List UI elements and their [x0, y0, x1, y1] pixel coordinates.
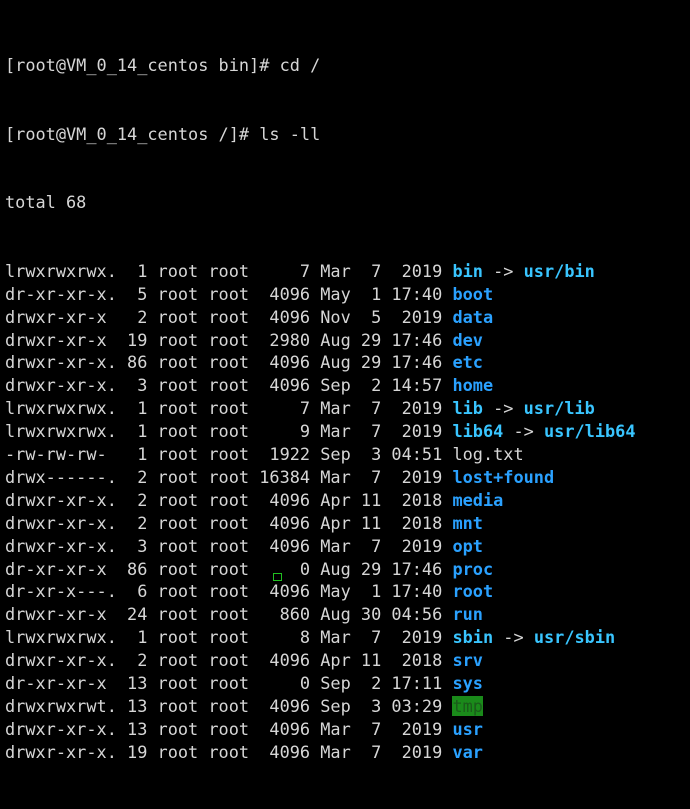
entry-metadata: drwxr-xr-x. 19 root root 4096 Mar 7 2019: [5, 741, 453, 762]
symlink-name: lib64: [452, 421, 504, 442]
ls-entry-row: drwxr-xr-x 24 root root 860 Aug 30 04:56…: [5, 603, 690, 626]
entry-metadata: lrwxrwxrwx. 1 root root 8 Mar 7 2019: [5, 627, 453, 648]
ls-entry-row: drwxr-xr-x. 2 root root 4096 Apr 11 2018…: [5, 512, 690, 535]
directory-name: media: [452, 489, 504, 510]
directory-name: var: [452, 741, 483, 762]
prompt-line: [root@VM_0_14_centos bin]# cd /: [5, 54, 690, 77]
entry-metadata: drwxr-xr-x. 86 root root 4096 Aug 29 17:…: [5, 352, 453, 373]
directory-name: run: [452, 604, 483, 625]
entry-metadata: drwxr-xr-x. 2 root root 4096 Apr 11 2018: [5, 512, 453, 533]
ls-entry-row: drwxrwxrwt. 13 root root 4096 Sep 3 03:2…: [5, 695, 690, 718]
ls-entry-row: drwxr-xr-x. 3 root root 4096 Mar 7 2019 …: [5, 535, 690, 558]
ls-entry-row: lrwxrwxrwx. 1 root root 7 Mar 7 2019 lib…: [5, 397, 690, 420]
entry-metadata: drwxr-xr-x. 2 root root 4096 Apr 11 2018: [5, 650, 453, 671]
ls-entry-row: dr-xr-xr-x 86 root root 0 Aug 29 17:46 p…: [5, 558, 690, 581]
directory-name: mnt: [452, 512, 483, 533]
symlink-arrow: ->: [482, 260, 524, 281]
entry-metadata: drwxr-xr-x. 2 root root 4096 Apr 11 2018: [5, 489, 453, 510]
total-text: total 68: [5, 192, 87, 213]
entry-metadata: dr-xr-xr-x 13 root root 0 Sep 2 17:11: [5, 672, 453, 693]
entry-metadata: lrwxrwxrwx. 1 root root 9 Mar 7 2019: [5, 421, 453, 442]
entry-metadata: drwxr-xr-x 2 root root 4096 Nov 5 2019: [5, 306, 453, 327]
ls-entry-row: lrwxrwxrwx. 1 root root 7 Mar 7 2019 bin…: [5, 260, 690, 283]
directory-name: sys: [452, 672, 483, 693]
entry-metadata: dr-xr-xr-x. 5 root root 4096 May 1 17:40: [5, 283, 453, 304]
symlink-name: lib: [452, 398, 483, 419]
file-name: log.txt: [452, 444, 524, 465]
entry-metadata: drwxr-xr-x. 3 root root 4096 Mar 7 2019: [5, 535, 453, 556]
ls-entry-row: drwxr-xr-x. 2 root root 4096 Apr 11 2018…: [5, 649, 690, 672]
ls-entry-row: drwxr-xr-x. 19 root root 4096 Mar 7 2019…: [5, 741, 690, 764]
entry-metadata: lrwxrwxrwx. 1 root root 7 Mar 7 2019: [5, 260, 453, 281]
entry-metadata: lrwxrwxrwx. 1 root root 7 Mar 7 2019: [5, 398, 453, 419]
ls-entry-row: lrwxrwxrwx. 1 root root 8 Mar 7 2019 sbi…: [5, 626, 690, 649]
entry-metadata: -rw-rw-rw- 1 root root 1922 Sep 3 04:51: [5, 444, 453, 465]
ls-entry-row: drwxr-xr-x 2 root root 4096 Nov 5 2019 d…: [5, 306, 690, 329]
directory-name: dev: [452, 329, 483, 350]
directory-name: home: [452, 375, 494, 396]
total-line: total 68: [5, 191, 690, 214]
entry-metadata: dr-xr-xr-x 86 root root 0 Aug 29 17:46: [5, 558, 453, 579]
symlink-target: usr/lib: [523, 398, 595, 419]
directory-name: boot: [452, 283, 494, 304]
symlink-target: usr/bin: [523, 260, 595, 281]
ls-entry-row: dr-xr-x---. 6 root root 4096 May 1 17:40…: [5, 580, 690, 603]
directory-name: srv: [452, 650, 483, 671]
ls-entry-row: drwxr-xr-x. 3 root root 4096 Sep 2 14:57…: [5, 374, 690, 397]
entry-metadata: drwxr-xr-x 19 root root 2980 Aug 29 17:4…: [5, 329, 453, 350]
directory-name: etc: [452, 352, 483, 373]
ls-entry-row: drwxr-xr-x. 86 root root 4096 Aug 29 17:…: [5, 351, 690, 374]
symlink-target: usr/sbin: [533, 627, 616, 648]
directory-name: data: [452, 306, 494, 327]
ls-entry-row: drwxr-xr-x 19 root root 2980 Aug 29 17:4…: [5, 329, 690, 352]
prompt-line: [root@VM_0_14_centos /]# ls -ll: [5, 123, 690, 146]
command-text: [root@VM_0_14_centos bin]# cd /: [5, 54, 321, 75]
entry-metadata: drwxr-xr-x 24 root root 860 Aug 30 04:56: [5, 604, 453, 625]
ls-entry-row: lrwxrwxrwx. 1 root root 9 Mar 7 2019 lib…: [5, 420, 690, 443]
directory-name: lost+found: [452, 466, 555, 487]
terminal-window[interactable]: [root@VM_0_14_centos bin]# cd / [root@VM…: [0, 0, 690, 762]
symlink-name: bin: [452, 260, 483, 281]
entry-metadata: dr-xr-x---. 6 root root 4096 May 1 17:40: [5, 581, 453, 602]
symlink-name: sbin: [452, 627, 494, 648]
symlink-arrow: ->: [482, 398, 524, 419]
entry-metadata: drwxr-xr-x. 13 root root 4096 Mar 7 2019: [5, 718, 453, 739]
directory-name: usr: [452, 718, 483, 739]
symlink-target: usr/lib64: [543, 421, 636, 442]
symlink-arrow: ->: [503, 421, 544, 442]
ls-entry-row: -rw-rw-rw- 1 root root 1922 Sep 3 04:51 …: [5, 443, 690, 466]
ls-listing: lrwxrwxrwx. 1 root root 7 Mar 7 2019 bin…: [5, 260, 690, 764]
command-text: [root@VM_0_14_centos /]# ls -ll: [5, 123, 321, 144]
symlink-arrow: ->: [493, 627, 534, 648]
sticky-directory-name: tmp: [452, 695, 483, 716]
ls-entry-row: drwxr-xr-x. 13 root root 4096 Mar 7 2019…: [5, 718, 690, 741]
terminal-cursor: [273, 573, 282, 581]
directory-name: opt: [452, 535, 483, 556]
directory-name: root: [452, 581, 494, 602]
ls-entry-row: drwxr-xr-x. 2 root root 4096 Apr 11 2018…: [5, 489, 690, 512]
directory-name: proc: [452, 558, 494, 579]
ls-entry-row: drwx------. 2 root root 16384 Mar 7 2019…: [5, 466, 690, 489]
ls-entry-row: dr-xr-xr-x. 5 root root 4096 May 1 17:40…: [5, 283, 690, 306]
entry-metadata: drwxr-xr-x. 3 root root 4096 Sep 2 14:57: [5, 375, 453, 396]
ls-entry-row: dr-xr-xr-x 13 root root 0 Sep 2 17:11 sy…: [5, 672, 690, 695]
entry-metadata: drwx------. 2 root root 16384 Mar 7 2019: [5, 466, 453, 487]
entry-metadata: drwxrwxrwt. 13 root root 4096 Sep 3 03:2…: [5, 695, 453, 716]
